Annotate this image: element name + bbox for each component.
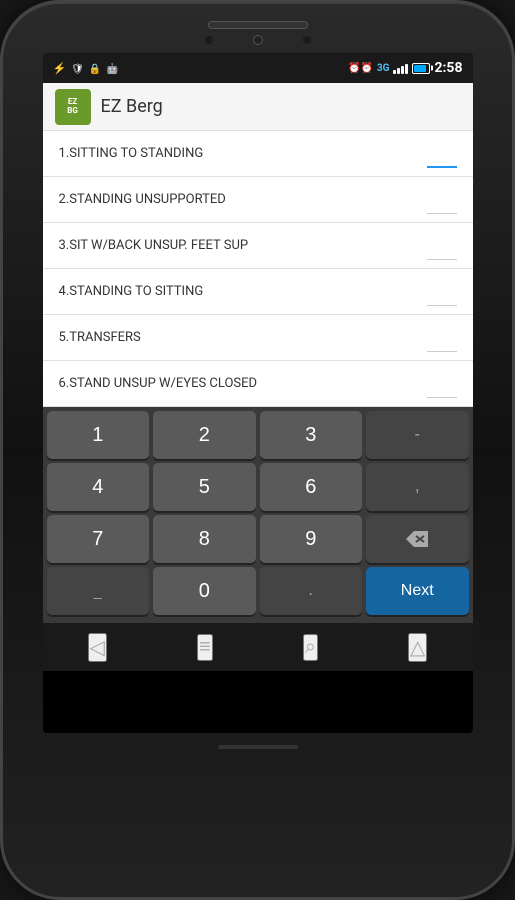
battery-fill <box>414 65 425 72</box>
phone-chin <box>218 745 298 749</box>
phone-bottom <box>218 745 298 749</box>
phone-speaker <box>208 21 308 29</box>
list-item-label-6: 6.STAND UNSUP W/EYES CLOSED <box>59 376 258 391</box>
key-6[interactable]: 6 <box>260 463 363 511</box>
list-item-label-4: 4.STANDING TO SITTING <box>59 284 204 299</box>
status-time: 2:58 <box>434 60 462 76</box>
key-1[interactable]: 1 <box>47 411 150 459</box>
app-title: EZ Berg <box>101 96 163 117</box>
signal-bar-3 <box>401 66 404 74</box>
key-7[interactable]: 7 <box>47 515 150 563</box>
alarm-icon: ⏰ <box>348 63 373 74</box>
key-period[interactable]: . <box>260 567 363 615</box>
keyboard-row-1: 1 2 3 - <box>47 411 469 459</box>
content-area: 1.SITTING TO STANDING 2.STANDING UNSUPPO… <box>43 131 473 407</box>
key-0[interactable]: 0 <box>153 567 256 615</box>
score-input-5[interactable] <box>427 324 457 352</box>
signal-bar-4 <box>405 64 408 74</box>
list-item-2[interactable]: 2.STANDING UNSUPPORTED <box>43 177 473 223</box>
phone-camera <box>253 35 263 45</box>
key-dash[interactable]: - <box>366 411 469 459</box>
list-item-label-5: 5.TRANSFERS <box>59 330 141 345</box>
list-item-label-3: 3.SIT W/BACK UNSUP. FEET SUP <box>59 238 249 253</box>
list-item-6[interactable]: 6.STAND UNSUP W/EYES CLOSED <box>43 361 473 407</box>
status-left-icons <box>53 62 119 75</box>
android-icon <box>106 62 118 75</box>
nav-bar: ◁ ≡ ⌕ △ <box>43 623 473 671</box>
key-underscore[interactable]: _ <box>47 567 150 615</box>
next-button[interactable]: Next <box>366 567 469 615</box>
phone-screen: ⏰ 3G 2:58 EZBG EZ Berg <box>43 53 473 733</box>
signal-bars <box>393 62 408 74</box>
keyboard-row-3: 7 8 9 <box>47 515 469 563</box>
list-item-label-1: 1.SITTING TO STANDING <box>59 146 204 161</box>
key-4[interactable]: 4 <box>47 463 150 511</box>
status-bar: ⏰ 3G 2:58 <box>43 53 473 83</box>
battery-icon <box>412 63 430 74</box>
network-indicator: 3G <box>377 63 390 74</box>
score-input-6[interactable] <box>427 370 457 398</box>
home-button[interactable]: △ <box>408 633 427 662</box>
usb-icon <box>53 62 67 75</box>
key-3[interactable]: 3 <box>260 411 363 459</box>
keyboard-row-2: 4 5 6 , <box>47 463 469 511</box>
key-2[interactable]: 2 <box>153 411 256 459</box>
menu-button[interactable]: ≡ <box>197 634 213 661</box>
status-right-icons: ⏰ 3G 2:58 <box>348 60 463 76</box>
back-button[interactable]: ◁ <box>88 633 107 662</box>
signal-bar-1 <box>393 70 396 74</box>
list-item-3[interactable]: 3.SIT W/BACK UNSUP. FEET SUP <box>43 223 473 269</box>
phone-device: ⏰ 3G 2:58 EZBG EZ Berg <box>0 0 515 900</box>
phone-sensor-2 <box>303 36 311 44</box>
keyboard: 1 2 3 - 4 5 6 , 7 8 9 <box>43 407 473 623</box>
list-item-label-2: 2.STANDING UNSUPPORTED <box>59 192 226 207</box>
key-9[interactable]: 9 <box>260 515 363 563</box>
signal-bar-2 <box>397 68 400 74</box>
list-item-5[interactable]: 5.TRANSFERS <box>43 315 473 361</box>
phone-sensor <box>205 36 213 44</box>
keyboard-row-4: _ 0 . Next <box>47 567 469 615</box>
app-icon: EZBG <box>55 89 91 125</box>
key-backspace[interactable] <box>366 515 469 563</box>
key-comma[interactable]: , <box>366 463 469 511</box>
list-item[interactable]: 1.SITTING TO STANDING <box>43 131 473 177</box>
search-button[interactable]: ⌕ <box>303 634 318 661</box>
score-input-4[interactable] <box>427 278 457 306</box>
shield-icon <box>71 62 84 75</box>
score-input-2[interactable] <box>427 186 457 214</box>
phone-camera-row <box>205 35 311 45</box>
score-input-1[interactable] <box>427 140 457 168</box>
key-8[interactable]: 8 <box>153 515 256 563</box>
lock-icon <box>89 62 101 75</box>
key-5[interactable]: 5 <box>153 463 256 511</box>
list-item-4[interactable]: 4.STANDING TO SITTING <box>43 269 473 315</box>
backspace-icon <box>406 531 428 547</box>
score-input-3[interactable] <box>427 232 457 260</box>
app-bar: EZBG EZ Berg <box>43 83 473 131</box>
